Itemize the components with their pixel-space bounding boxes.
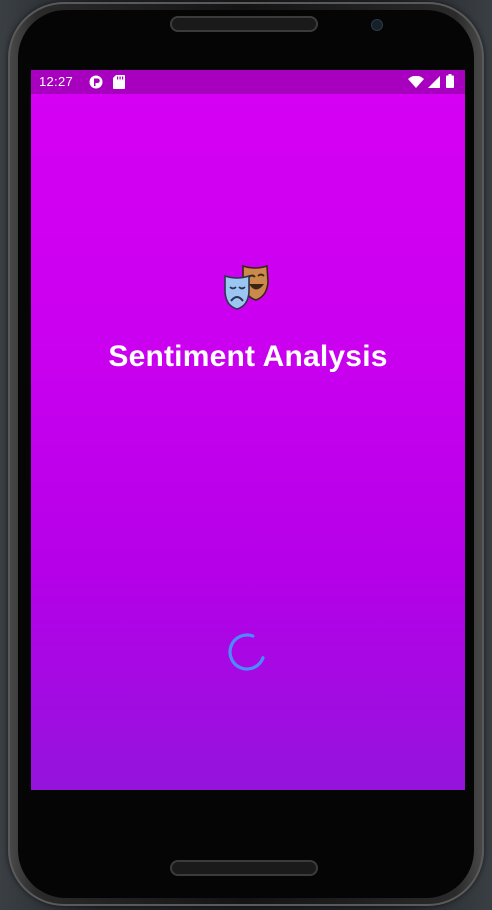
app-notification-icon: [89, 75, 103, 92]
front-camera: [372, 20, 382, 30]
phone-screen: 12:27 Sentiment Analysis: [31, 70, 465, 790]
status-time: 12:27: [39, 74, 74, 89]
sd-card-icon: [113, 75, 125, 92]
battery-icon: [446, 74, 454, 91]
cellular-signal-icon: [428, 76, 440, 91]
splash-content: Sentiment Analysis: [31, 94, 465, 790]
bottom-speaker: [170, 860, 318, 876]
app-title: Sentiment Analysis: [108, 340, 388, 373]
theater-masks-icon: [223, 264, 271, 310]
loading-spinner: [227, 632, 267, 672]
status-bar: 12:27: [31, 70, 465, 94]
earpiece-speaker: [170, 16, 318, 32]
wifi-icon: [408, 75, 424, 91]
